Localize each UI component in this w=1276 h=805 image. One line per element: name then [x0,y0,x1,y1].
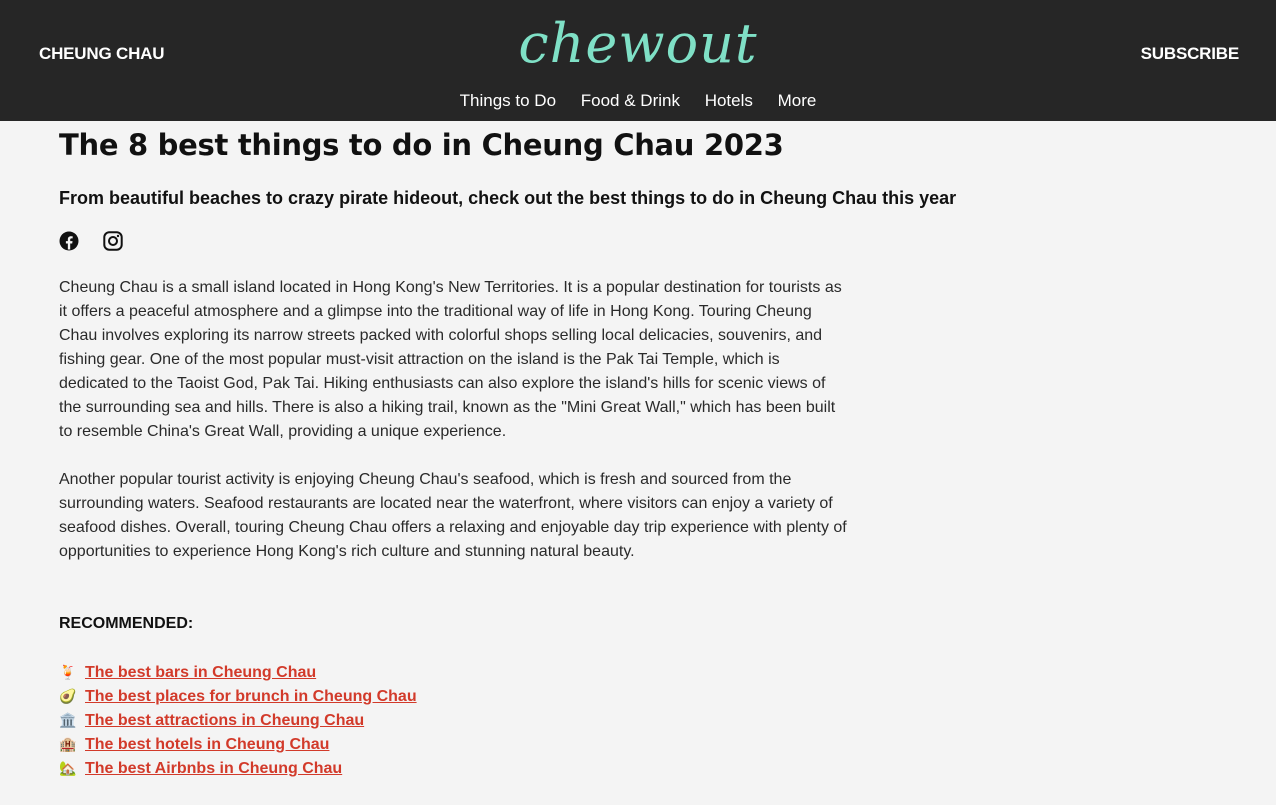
subscribe-button[interactable]: SUBSCRIBE [1141,44,1240,64]
article-subtitle: From beautiful beaches to crazy pirate h… [59,188,957,208]
list-item: 🥑 The best places for brunch in Cheung Ch… [59,684,417,708]
recommended-list: 🍹 The best bars in Cheung Chau 🥑 The best … [59,660,417,780]
classical-building-icon: 🏛️ [59,712,77,728]
recommended-heading: RECOMMENDED: [59,615,194,632]
list-item: 🍹 The best bars in Cheung Chau [59,660,417,684]
recommended-link-hotels[interactable]: The best hotels in Cheung Chau [85,736,329,753]
nav-more[interactable]: More [778,91,817,110]
paragraph: Cheung Chau is a small island located in… [59,279,842,440]
avocado-icon: 🥑 [59,688,77,704]
recommended-link-attractions[interactable]: The best attractions in Cheung Chau [85,712,364,729]
list-item: 🏨 The best hotels in Cheung Chau [59,732,417,756]
cocktail-icon: 🍹 [59,664,77,680]
nav-hotels[interactable]: Hotels [705,91,753,110]
main-nav: Things to Do Food & Drink Hotels More [0,90,1276,112]
facebook-icon[interactable] [59,231,79,251]
recommended-link-airbnbs[interactable]: The best Airbnbs in Cheung Chau [85,760,342,777]
article-body: Cheung Chau is a small island located in… [59,276,849,588]
recommended-link-bars[interactable]: The best bars in Cheung Chau [85,664,316,681]
nav-things-to-do[interactable]: Things to Do [460,91,556,110]
house-icon: 🏡 [59,760,77,776]
nav-food-drink[interactable]: Food & Drink [581,91,680,110]
article-title: The 8 best things to do in Cheung Chau 2… [59,128,784,162]
hotel-icon: 🏨 [59,736,77,752]
paragraph: Another popular tourist activity is enjo… [59,471,847,560]
list-item: 🏡 The best Airbnbs in Cheung Chau [59,756,417,780]
list-item: 🏛️ The best attractions in Cheung Chau [59,708,417,732]
recommended-link-brunch[interactable]: The best places for brunch in Cheung Cha… [85,688,417,705]
site-header: CHEUNG CHAU chewout SUBSCRIBE Things to … [0,0,1276,121]
chewout-logo[interactable]: chewout [0,12,1276,76]
instagram-icon[interactable] [103,231,123,251]
